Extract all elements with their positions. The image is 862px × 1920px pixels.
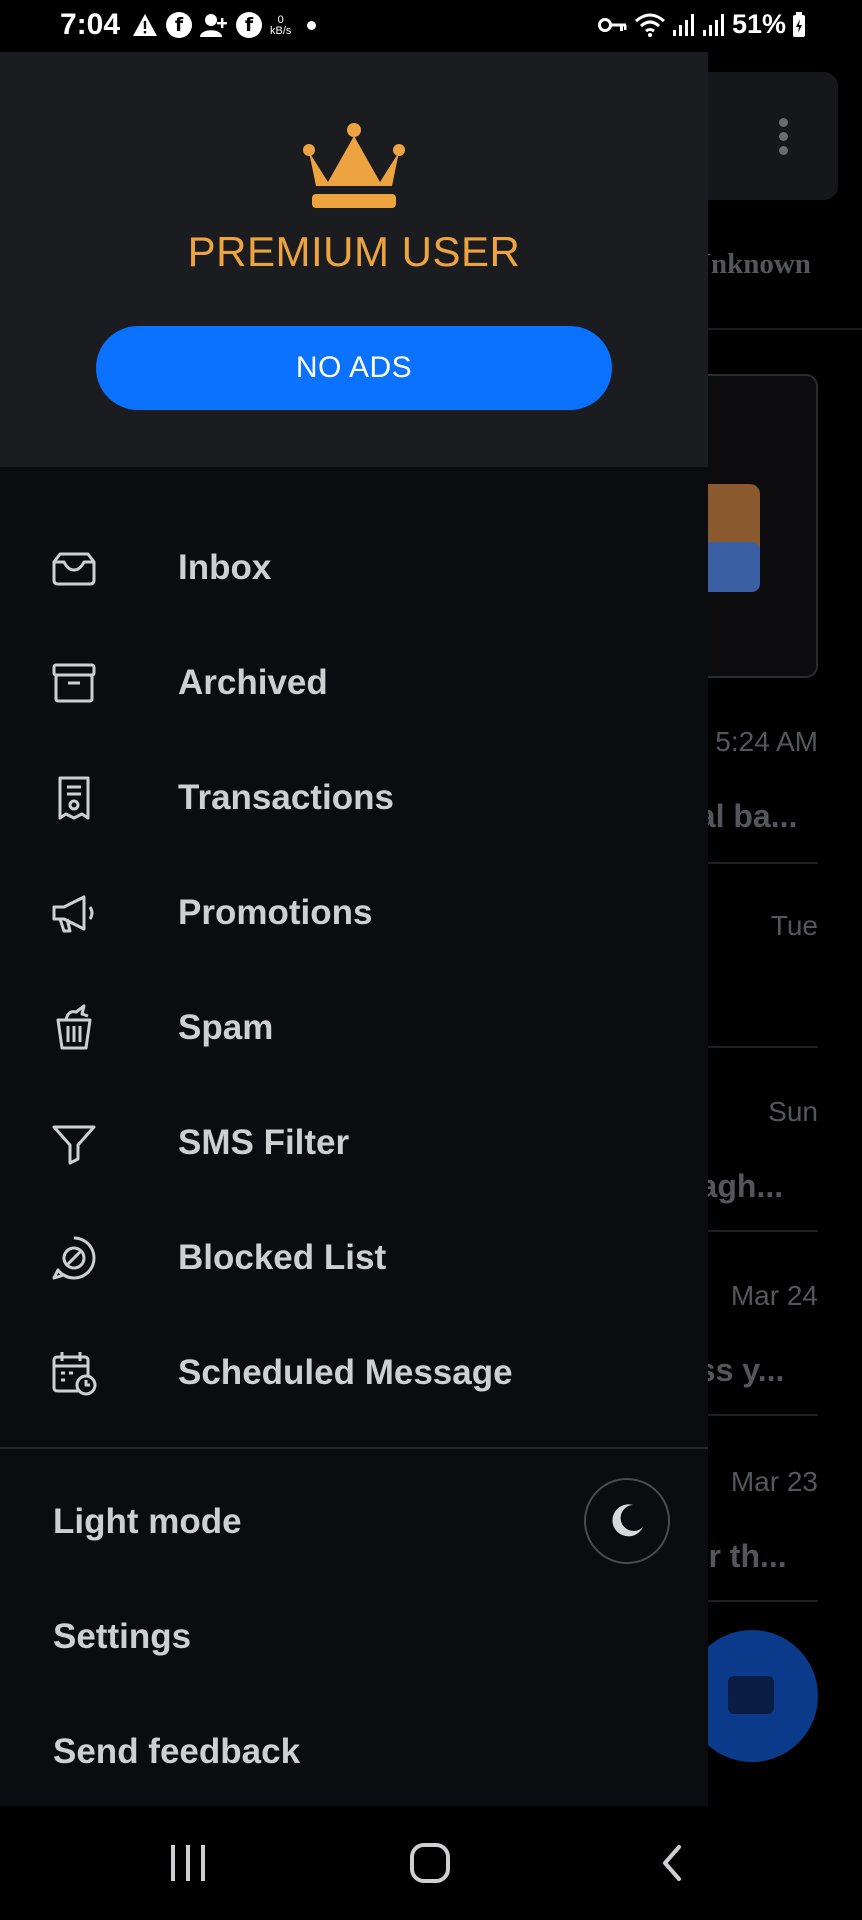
vpn-key-icon [597,11,628,39]
drawer-item-label: Archived [178,662,328,702]
data-speed-unit: kB/s [270,25,292,37]
drawer-item-label: Transactions [178,777,394,817]
home-icon [410,1843,450,1883]
no-ads-button[interactable]: NO ADS [96,326,612,410]
battery-icon [792,11,806,39]
drawer-item-label: Promotions [178,892,373,932]
drawer-item-archived[interactable]: Archived [0,625,708,740]
system-icons: 51% [597,9,806,40]
archive-icon [52,663,96,702]
blocked-icon [52,1236,96,1279]
back-icon [663,1845,681,1881]
send-feedback-link[interactable]: Send feedback [53,1732,300,1772]
crown-icon [303,123,405,208]
wifi-icon [634,11,666,39]
drawer-item-spam[interactable]: Spam [0,970,708,1085]
calendar-clock-icon [52,1351,97,1395]
drawer-item-inbox[interactable]: Inbox [0,510,708,625]
status-bar: 7:04 f f 0 kB/s 51% [0,0,862,52]
conversation-time: Tue [770,910,818,941]
filter-icon [52,1125,96,1164]
megaphone-icon [52,895,94,932]
status-time: 7:04 [60,8,121,41]
receipt-icon [58,776,90,819]
drawer-item-sms-filter[interactable]: SMS Filter [0,1085,708,1200]
conversation-time: Mar 24 [730,1280,818,1311]
battery-percent: 51% [731,9,786,39]
message-icon [728,1676,774,1714]
conversation-time: 5:24 AM [715,726,818,757]
data-speed: 0 kB/s [270,15,291,37]
drawer-header: PREMIUM USER NO ADS [0,52,708,467]
theme-toggle-button[interactable] [584,1478,670,1564]
more-notifications-dot [307,20,317,30]
back-button[interactable] [632,1806,712,1920]
drawer-item-blocked-list[interactable]: Blocked List [0,1200,708,1315]
drawer-item-label: Spam [178,1007,274,1047]
navigation-drawer: PREMIUM USER NO ADS Inbox Archived Trans… [0,52,708,1806]
recents-icon [171,1845,205,1881]
signal-icon [672,11,696,39]
drawer-item-label: SMS Filter [178,1122,350,1162]
light-mode-label[interactable]: Light mode [53,1502,242,1542]
premium-user-title: PREMIUM USER [187,228,521,275]
facebook-icon: f [236,12,262,38]
facebook-icon: f [166,12,192,38]
drawer-item-label: Inbox [178,547,272,587]
warning-icon [132,11,158,39]
drawer-divider [0,1447,708,1449]
tab-unknown[interactable]: Unknown [690,248,811,281]
recents-button[interactable] [148,1806,228,1920]
spam-bin-icon [56,1004,92,1049]
more-options-icon[interactable] [776,118,790,160]
moon-icon [612,1504,643,1537]
add-contact-icon [200,11,228,39]
system-navigation-bar [0,1806,862,1920]
drawer-item-label: Blocked List [178,1237,387,1277]
drawer-item-transactions[interactable]: Transactions [0,740,708,855]
drawer-item-promotions[interactable]: Promotions [0,855,708,970]
notification-icons: f f 0 kB/s [132,11,317,39]
drawer-item-scheduled-message[interactable]: Scheduled Message [0,1315,708,1430]
conversation-time: Mar 23 [730,1466,818,1497]
settings-link[interactable]: Settings [53,1617,191,1657]
signal-icon [702,11,726,39]
inbox-icon [52,552,96,585]
home-button[interactable] [390,1806,470,1920]
drawer-menu: Inbox Archived Transactions Promotions S… [0,510,708,1430]
conversation-time: Sun [768,1096,818,1127]
drawer-item-label: Scheduled Message [178,1352,513,1392]
